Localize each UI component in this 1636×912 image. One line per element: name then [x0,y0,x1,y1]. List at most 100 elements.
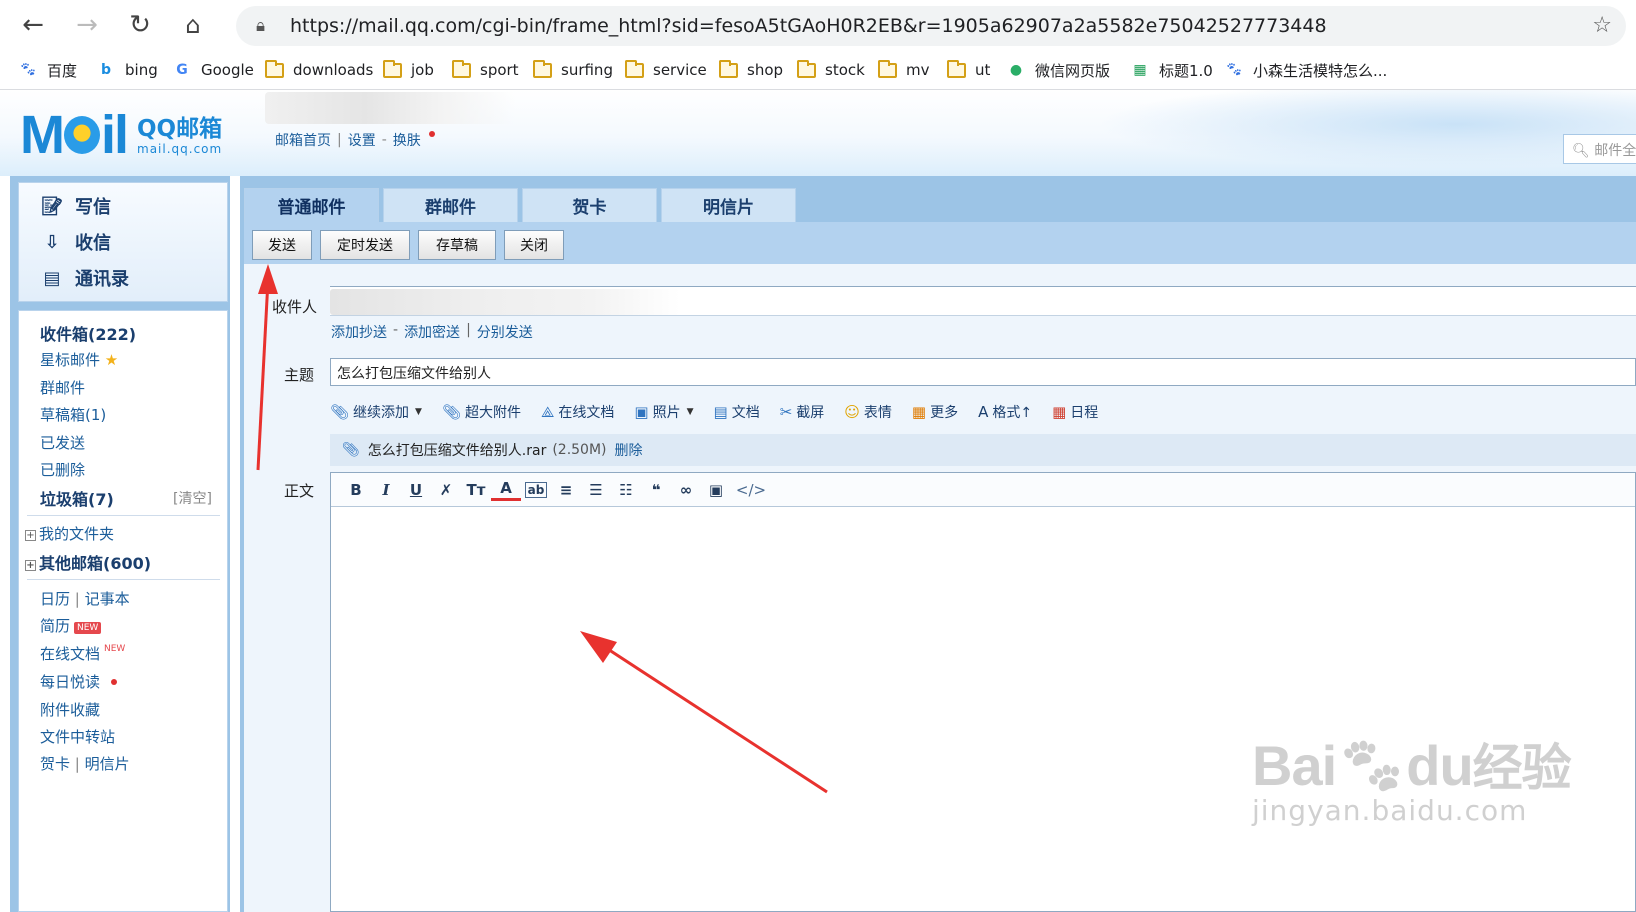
bookmark-item[interactable]: 🐾︎ 百度 [18,58,77,82]
file-transfer-link[interactable]: 文件中转站 [40,726,115,747]
folder-sent[interactable]: 已发送 [40,432,85,453]
quote-icon[interactable]: ❝ [641,477,671,503]
inbox-check-button[interactable]: ⇩ 收信 [39,229,111,255]
compose-tabs: 普通邮件 群邮件 贺卡 明信片 [244,188,796,222]
forward-icon[interactable]: → [72,10,102,40]
attach-tool-photo[interactable]: ▣ 照片 ▼ [634,402,693,422]
attach-tool-screenshot[interactable]: ✂ 截屏 [780,402,825,422]
attachment-delete-link[interactable]: 删除 [615,440,643,460]
bookmark-item[interactable]: sport [451,58,519,82]
folder-group[interactable]: 群邮件 [40,377,85,398]
insert-icon[interactable]: ▣ [701,477,731,503]
chevron-down-icon[interactable]: ▼ [415,407,422,417]
spam-clear-link[interactable]: [清空] [173,488,212,508]
tab-postcard[interactable]: 明信片 [661,188,796,222]
separate-send-link[interactable]: 分别发送 [477,322,533,342]
chevron-down-icon[interactable]: ▼ [687,407,694,417]
home-link[interactable]: 邮箱首页 [275,130,331,150]
indent-icon[interactable]: ☷ [611,477,641,503]
source-code-icon[interactable]: </> [731,477,771,503]
calendar-link[interactable]: 日历 [40,590,70,608]
align-icon[interactable]: ≡ [551,477,581,503]
body-editor[interactable]: B I U ✗ Tт Aab ≡ ☰ ☷ ❝ ∞ ▣ </> [330,472,1636,912]
mail-search-input[interactable]: 🔍︎ 邮件全 [1563,134,1636,164]
postcards-link[interactable]: 明信片 [85,755,130,773]
bookmark-item[interactable]: G Google [172,58,254,82]
attach-tool-online-doc[interactable]: ⟁ 在线文档 [541,402,614,422]
inbox-download-icon: ⇩ [44,231,60,253]
bookmark-item[interactable]: ▦ 标题1.0 [1130,58,1212,82]
online-docs-link[interactable]: 在线文档 NEW [40,643,125,664]
tab-greeting-card[interactable]: 贺卡 [522,188,657,222]
other-mailboxes[interactable]: + 其他邮箱(600) [25,550,151,574]
bookmark-star-icon[interactable]: ☆ [1592,13,1612,38]
bookmark-item[interactable]: b bing [96,58,158,82]
bookmark-item[interactable]: shop [718,58,783,82]
folder-starred[interactable]: 星标邮件 ★ [40,349,118,370]
cards-row: 贺卡 | 明信片 [40,755,130,773]
bookmark-item[interactable]: job [382,58,434,82]
bookmark-item[interactable]: surfing [532,58,613,82]
bookmark-item[interactable]: ut [946,58,990,82]
bookmark-item[interactable]: ● 微信网页版 [1006,58,1110,82]
bold-icon[interactable]: B [341,477,371,503]
attach-tool-large-attachment[interactable]: 📎︎ 超大附件 [442,402,521,422]
attach-tool-format[interactable]: A 格式↑ [978,402,1032,422]
url-field[interactable]: 🔒︎ https://mail.qq.com/cgi-bin/frame_htm… [236,6,1626,46]
compose-button[interactable]: 📝︎ 写信 [39,193,111,219]
skin-link[interactable]: 换肤 [393,130,421,150]
folder-inbox[interactable]: 收件箱(222) [40,321,136,345]
close-button[interactable]: 关闭 [504,230,564,260]
folder-drafts[interactable]: 草稿箱(1) [40,404,106,425]
bookmark-item[interactable]: stock [796,58,865,82]
my-folders[interactable]: + 我的文件夹 [25,523,114,544]
resume-link[interactable]: 简历 NEW [40,615,102,636]
online-doc-icon: ⟁ [541,403,555,421]
font-size-icon[interactable]: Tт [461,477,491,503]
bookmark-item[interactable]: downloads [264,58,373,82]
cards-link[interactable]: 贺卡 [40,755,70,773]
bookmark-item[interactable]: 🐾︎ 小森生活模特怎么... [1224,58,1387,82]
back-icon[interactable]: ← [18,10,48,40]
bookmark-label: job [411,61,434,79]
body-label: 正文 [284,482,315,500]
add-cc-link[interactable]: 添加抄送 [331,322,387,342]
link-icon[interactable]: ∞ [671,477,701,503]
bookmark-label: surfing [561,61,613,79]
attachment-filename: 怎么打包压缩文件给别人.rar [367,443,547,459]
italic-icon[interactable]: I [371,477,401,503]
list-icon[interactable]: ☰ [581,477,611,503]
calendar-icon: ▦ [1052,403,1067,421]
attach-tool-paperclip[interactable]: 📎︎ 继续添加 ▼ [330,402,422,422]
qqmail-logo[interactable]: Mil QQ邮箱 mail.qq.com [20,108,222,162]
clear-format-icon[interactable]: ✗ [431,477,461,503]
attach-tool-document[interactable]: ▤ 文档 [714,402,760,422]
reload-icon[interactable]: ↻ [125,10,155,40]
folder-spam[interactable]: 垃圾箱(7) [40,486,114,510]
add-bcc-link[interactable]: 添加密送 [404,322,460,342]
notes-link[interactable]: 记事本 [85,590,130,608]
tab-normal-mail[interactable]: 普通邮件 [244,188,379,222]
schedule-send-button[interactable]: 定时发送 [320,230,410,260]
attach-tool-more[interactable]: ▦ 更多 [912,402,958,422]
bookmark-item[interactable]: mv [877,58,930,82]
attach-tool-calendar[interactable]: ▦ 日程 [1052,402,1098,422]
attach-tool-emoji[interactable]: ☺ 表情 [844,402,892,422]
font-color-icon[interactable]: A [491,479,521,501]
header-links: 邮箱首页 | 设置 - 换肤 [275,130,435,150]
folder-deleted[interactable]: 已删除 [40,459,85,480]
daily-read-link[interactable]: 每日悦读 [40,671,117,692]
contacts-button[interactable]: ▤ 通讯录 [39,265,129,291]
attachment-collection-link[interactable]: 附件收藏 [40,699,100,720]
underline-icon[interactable]: U [401,477,431,503]
send-button[interactable]: 发送 [252,230,312,260]
folder-icon [624,59,644,79]
bookmark-item[interactable]: service [624,58,707,82]
save-draft-button[interactable]: 存草稿 [418,230,496,260]
bg-color-icon[interactable]: ab [525,481,547,498]
settings-link[interactable]: 设置 [348,130,376,150]
home-icon[interactable]: ⌂ [178,10,208,40]
subject-input[interactable]: 怎么打包压缩文件给别人 [330,358,1636,386]
attachment-size: (2.50M) [552,442,607,458]
tab-group-mail[interactable]: 群邮件 [383,188,518,222]
